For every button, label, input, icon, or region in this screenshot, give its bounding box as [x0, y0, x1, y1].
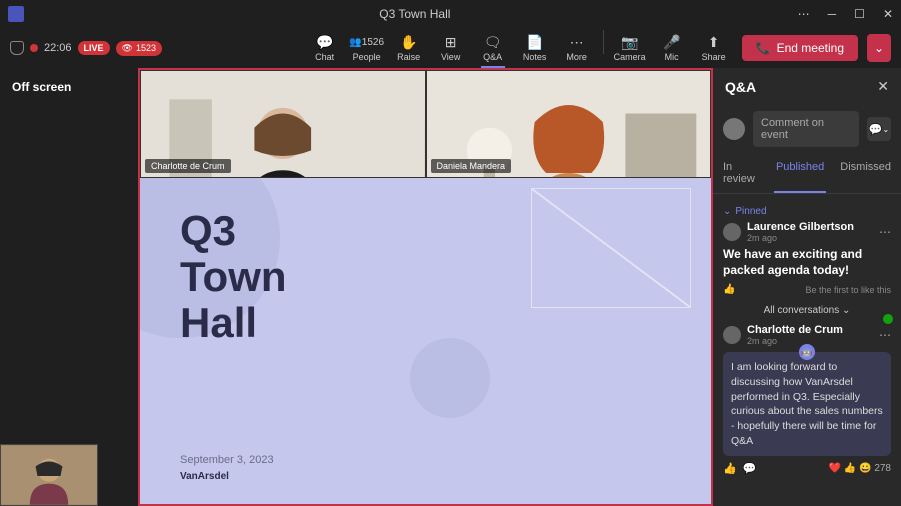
slide-brand: VanArsdel [180, 471, 229, 482]
camera-icon: 📷 [622, 34, 638, 50]
share-button[interactable]: ⬆Share [694, 30, 734, 66]
grid-icon: ⊞ [443, 34, 459, 50]
chat-icon: 💬 [317, 34, 333, 50]
chat-button[interactable]: 💬Chat [305, 30, 345, 66]
chevron-down-icon: ⌄ [883, 125, 890, 134]
pinned-section[interactable]: ⌄Pinned [723, 206, 891, 217]
like-prompt: Be the first to like this [805, 285, 891, 295]
close-window-icon[interactable]: ✕ [883, 7, 893, 21]
qa-author: Charlotte de Crum [747, 324, 843, 336]
qa-reply-bubble: 🤖 I am looking forward to discussing how… [723, 352, 891, 456]
qa-icon: 🗨 [485, 34, 501, 50]
slide-title: Q3TownHall [180, 208, 671, 347]
shield-icon[interactable] [10, 41, 24, 55]
qa-timestamp: 2m ago [747, 233, 854, 243]
like-button[interactable]: 👍 [723, 462, 737, 475]
chevron-down-icon: ⌄ [842, 305, 850, 316]
off-screen-label: Off screen [12, 80, 71, 94]
stage-frame: Charlotte de Crum Daniela Mandera Q3Town… [138, 68, 713, 506]
minimize-icon[interactable]: ─ [828, 7, 837, 21]
avatar [723, 326, 741, 344]
comment-input[interactable]: Comment on event [753, 111, 859, 147]
phone-down-icon: 📞 [756, 41, 771, 55]
hand-icon: ✋ [401, 34, 417, 50]
end-meeting-dropdown[interactable]: ⌄ [867, 34, 891, 62]
presenter-name-2: Daniela Mandera [431, 159, 512, 173]
self-video[interactable] [0, 444, 98, 506]
more-button[interactable]: ⋯More [557, 30, 597, 66]
stage-area: Off screen Charlotte de Crum Daniela Man… [0, 68, 713, 506]
shared-slide: Q3TownHall September 3, 2023 VanArsdel [140, 178, 711, 504]
teams-app-icon [8, 6, 24, 22]
raise-hand-button[interactable]: ✋Raise [389, 30, 429, 66]
tab-dismissed[interactable]: Dismissed [838, 153, 893, 193]
slide-date: September 3, 2023 [180, 454, 274, 466]
comment-mode-button[interactable]: 💬⌄ [867, 117, 891, 141]
reaction-row[interactable]: ❤️ 👍 😀 278 [829, 463, 891, 474]
avatar [723, 223, 741, 241]
item-more-icon[interactable]: ⋯ [879, 225, 891, 239]
ellipsis-icon: ⋯ [569, 34, 585, 50]
recording-icon [30, 44, 38, 52]
tab-in-review[interactable]: In review [721, 153, 762, 193]
reply-button[interactable]: 💬 [743, 462, 757, 475]
qa-button[interactable]: 🗨Q&A [473, 30, 513, 66]
bot-badge-icon: 🤖 [799, 344, 815, 360]
qa-panel: Q&A ✕ Comment on event 💬⌄ In review Publ… [713, 68, 901, 506]
all-conversations-toggle[interactable]: All conversations ⌄ [723, 305, 891, 316]
meeting-toolbar: 22:06 LIVE 👁 1523 💬Chat 👥1526People ✋Rai… [0, 28, 901, 68]
window-title: Q3 Town Hall [32, 7, 798, 21]
qa-timestamp: 2m ago [747, 336, 843, 346]
qa-author: Laurence Gilbertson [747, 221, 854, 233]
elapsed-time: 22:06 [44, 42, 72, 54]
mic-button[interactable]: 🎤Mic [652, 30, 692, 66]
camera-button[interactable]: 📷Camera [610, 30, 650, 66]
presenter-video-2[interactable]: Daniela Mandera [426, 70, 712, 178]
titlebar: Q3 Town Hall ⋯ ─ ☐ ✕ [0, 0, 901, 28]
end-meeting-button[interactable]: 📞End meeting [742, 35, 858, 61]
qa-item: Laurence Gilbertson 2m ago ⋯ We have an … [723, 221, 891, 295]
tab-published[interactable]: Published [774, 153, 826, 193]
item-more-icon[interactable]: ⋯ [879, 328, 891, 342]
live-badge: LIVE [78, 41, 110, 55]
people-button[interactable]: 👥1526People [347, 30, 387, 66]
self-avatar [723, 118, 745, 140]
viewers-badge[interactable]: 👁 1523 [116, 41, 162, 56]
presenter-video-1[interactable]: Charlotte de Crum [140, 70, 426, 178]
more-window-icon[interactable]: ⋯ [798, 7, 810, 21]
qa-title: Q&A [725, 79, 756, 95]
maximize-icon[interactable]: ☐ [854, 7, 865, 21]
presenter-name-1: Charlotte de Crum [145, 159, 231, 173]
status-dot-icon [881, 312, 895, 326]
chevron-down-icon: ⌄ [723, 206, 731, 217]
chevron-down-icon: ⌄ [874, 41, 884, 55]
qa-text: We have an exciting and packed agenda to… [723, 247, 891, 278]
qa-item: Charlotte de Crum 2m ago ⋯ 🤖 I am lookin… [723, 324, 891, 475]
notes-icon: 📄 [527, 34, 543, 50]
mic-icon: 🎤 [664, 34, 680, 50]
notes-button[interactable]: 📄Notes [515, 30, 555, 66]
view-button[interactable]: ⊞View [431, 30, 471, 66]
share-icon: ⬆ [706, 34, 722, 50]
close-panel-icon[interactable]: ✕ [877, 78, 889, 95]
like-button[interactable]: 👍 [723, 284, 735, 295]
people-icon: 👥1526 [359, 34, 375, 50]
